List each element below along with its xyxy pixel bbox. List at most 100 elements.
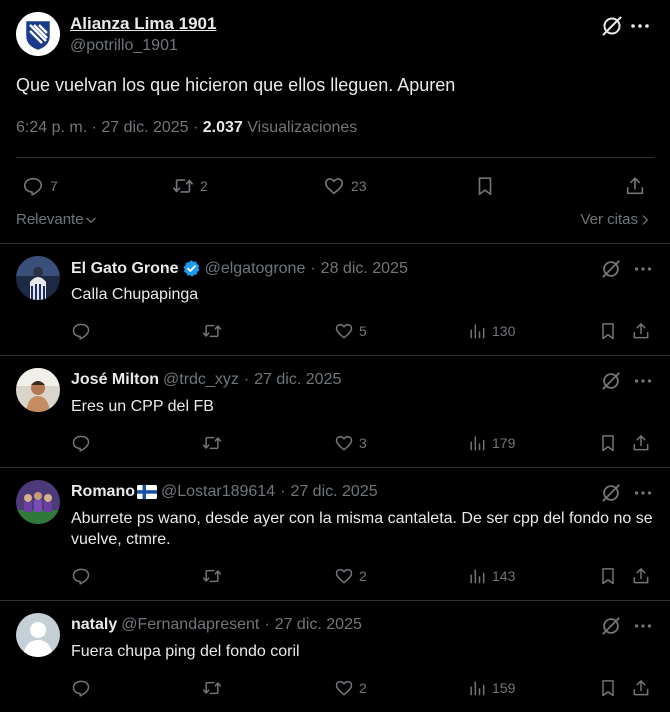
like-button[interactable]: 2 xyxy=(334,677,367,699)
reply-date[interactable]: 27 dic. 2025 xyxy=(290,483,377,501)
bookmark-button[interactable] xyxy=(598,320,618,342)
share-button[interactable] xyxy=(631,565,651,587)
verified-badge-icon[interactable] xyxy=(182,259,201,278)
like-button[interactable]: 2 xyxy=(334,565,367,587)
analytics-icon xyxy=(470,681,485,696)
separator-dot: · xyxy=(280,483,286,500)
grok-icon[interactable] xyxy=(600,482,622,504)
views-count: 179 xyxy=(492,435,516,451)
avatar[interactable] xyxy=(16,368,60,412)
views-count: 159 xyxy=(492,680,516,696)
more-options-icon[interactable] xyxy=(632,370,654,392)
reply-icon xyxy=(23,177,43,196)
grok-icon[interactable] xyxy=(600,370,622,392)
views-button[interactable]: 159 xyxy=(467,677,515,699)
analytics-icon xyxy=(470,436,485,451)
reply-item[interactable]: nataly @Fernandapresent · 27 dic. 2025 F… xyxy=(0,601,670,712)
share-icon xyxy=(633,435,649,451)
views-count: 2.037 xyxy=(202,119,243,136)
retweet-button[interactable] xyxy=(202,565,227,587)
bookmark-icon xyxy=(602,323,614,340)
reply-author-name[interactable]: nataly xyxy=(71,616,117,634)
reply-author-handle[interactable]: @elgatogrone xyxy=(205,260,306,278)
separator-dot: · xyxy=(310,259,316,277)
reply-text: Aburrete ps wano, desde ayer con la mism… xyxy=(71,510,653,548)
heart-icon xyxy=(324,178,344,195)
reply-item[interactable]: El Gato Grone @elgatogrone · 28 dic. 202… xyxy=(0,244,670,355)
author-name[interactable]: Alianza Lima 1901 xyxy=(70,14,216,34)
heart-icon xyxy=(335,323,353,339)
bookmark-button[interactable] xyxy=(598,677,618,699)
finland-flag-icon xyxy=(137,485,157,499)
reply-item[interactable]: José Milton @trdc_xyz · 27 dic. 2025 Ere… xyxy=(0,356,670,467)
reply-date[interactable]: 27 dic. 2025 xyxy=(254,371,341,389)
author-handle[interactable]: @potrillo_1901 xyxy=(70,37,178,55)
tweet-timestamp[interactable]: 6:24 p. m. · 27 dic. 2025 · xyxy=(16,119,198,136)
like-button[interactable]: 5 xyxy=(334,320,367,342)
retweet-button[interactable] xyxy=(202,320,227,342)
view-quotes-link[interactable]: Ver citas xyxy=(580,211,652,228)
reply-author-name[interactable]: José Milton xyxy=(71,371,159,389)
retweet-button[interactable]: 2 xyxy=(172,172,208,200)
reply-button[interactable]: 7 xyxy=(22,172,58,200)
more-options-icon[interactable] xyxy=(632,258,654,280)
retweet-icon xyxy=(202,436,222,450)
avatar[interactable] xyxy=(16,256,60,300)
reply-button[interactable] xyxy=(71,677,96,699)
bookmark-button[interactable] xyxy=(474,172,496,200)
sort-dropdown[interactable]: Relevante xyxy=(16,211,98,228)
separator-dot: · xyxy=(264,616,270,633)
views-button[interactable]: 143 xyxy=(467,565,515,587)
reply-button[interactable] xyxy=(71,320,96,342)
share-icon xyxy=(633,680,649,696)
reply-author-handle[interactable]: @Lostar189614 xyxy=(161,483,275,501)
grok-icon[interactable] xyxy=(600,615,622,637)
share-button[interactable] xyxy=(631,677,651,699)
retweet-button[interactable] xyxy=(202,432,227,454)
share-button[interactable] xyxy=(624,172,646,200)
more-options-icon[interactable] xyxy=(628,14,652,38)
reply-item[interactable]: Romano @Lostar189614 · 27 dic. 2025 Abur… xyxy=(0,468,670,600)
avatar-image xyxy=(16,480,60,524)
reply-author-handle[interactable]: @trdc_xyz xyxy=(163,371,239,389)
reply-button[interactable] xyxy=(71,432,96,454)
like-count: 23 xyxy=(351,178,367,194)
like-count: 2 xyxy=(359,680,367,696)
like-button[interactable]: 3 xyxy=(334,432,367,454)
grok-icon[interactable] xyxy=(600,258,622,280)
bookmark-button[interactable] xyxy=(598,432,618,454)
views-label: Visualizaciones xyxy=(247,119,358,136)
analytics-icon xyxy=(470,324,485,339)
reply-author-name[interactable]: El Gato Grone xyxy=(71,260,179,278)
more-options-icon[interactable] xyxy=(632,482,654,504)
bookmark-button[interactable] xyxy=(598,565,618,587)
more-options-icon[interactable] xyxy=(632,615,654,637)
views-button[interactable]: 130 xyxy=(467,320,515,342)
reply-icon xyxy=(72,323,90,340)
retweet-count: 2 xyxy=(200,178,208,194)
reply-date[interactable]: 27 dic. 2025 xyxy=(275,616,362,634)
grok-icon[interactable] xyxy=(600,14,624,38)
avatar[interactable] xyxy=(16,12,60,56)
like-button[interactable]: 23 xyxy=(323,172,367,200)
separator-dot: · xyxy=(243,371,250,388)
reply-date[interactable]: 28 dic. 2025 xyxy=(321,260,408,278)
chevron-right-icon xyxy=(642,214,649,225)
retweet-icon xyxy=(202,681,222,695)
views-button[interactable]: 179 xyxy=(467,432,515,454)
reply-author-handle[interactable]: @Fernandapresent xyxy=(121,616,259,634)
tweet-text: Que vuelvan los que hicieron que ellos l… xyxy=(16,75,456,95)
chevron-down-icon xyxy=(85,217,96,223)
bookmark-icon xyxy=(602,435,614,452)
reply-actions: 3 179 xyxy=(71,432,656,454)
reply-header: Romano @Lostar189614 · 27 dic. 2025 xyxy=(71,483,378,501)
tweet-meta: 6:24 p. m. · 27 dic. 2025 · 2.037 Visual… xyxy=(16,119,357,137)
sort-label: Relevante xyxy=(16,211,84,228)
avatar[interactable] xyxy=(16,613,60,657)
reply-author-name[interactable]: Romano xyxy=(71,483,135,501)
share-button[interactable] xyxy=(631,320,651,342)
reply-button[interactable] xyxy=(71,565,96,587)
retweet-button[interactable] xyxy=(202,677,227,699)
share-button[interactable] xyxy=(631,432,651,454)
avatar[interactable] xyxy=(16,480,60,524)
